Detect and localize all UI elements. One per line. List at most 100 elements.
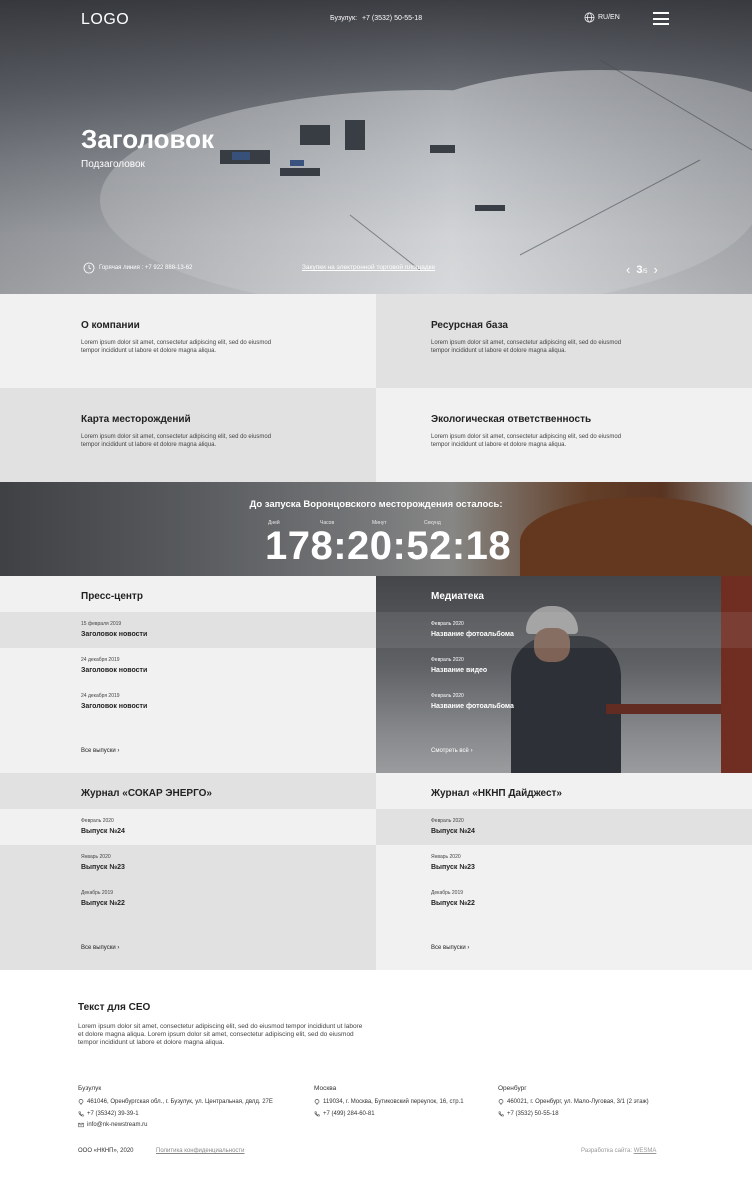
header-phone-label: Бузулук: — [330, 15, 358, 22]
office-email[interactable]: info@nk-newstream.ru — [87, 1122, 147, 1128]
developer-credit: Разработка сайта: WESMA — [581, 1148, 656, 1154]
countdown-title: До запуска Воронцовского месторождения о… — [249, 499, 503, 510]
map-pin-icon — [78, 1099, 84, 1105]
journal-digest: Журнал «НКНП Дайджест» Февраль 2020 Выпу… — [376, 773, 752, 970]
tile-title: Экологическая ответственность — [431, 414, 592, 425]
media-all-link[interactable]: Смотреть всё › — [431, 748, 473, 754]
media-item-title: Название видео — [431, 667, 488, 674]
news-date: 24 декабря 2019 — [81, 693, 120, 699]
office-buzuluk: Бузулук 461046, Оренбургская обл., г. Бу… — [78, 1085, 273, 1134]
media-item[interactable]: Февраль 2020 Название фотоальбома — [376, 684, 752, 720]
hotline-text: Горячая линия : +7 922 888-13-62 — [99, 265, 193, 271]
seo-title: Текст для СЕО — [78, 1002, 151, 1013]
media-item[interactable]: Февраль 2020 Название видео — [376, 648, 752, 684]
issue-title: Выпуск №22 — [81, 900, 125, 907]
press-all-label: Все выпуски — [81, 748, 116, 754]
office-phone[interactable]: +7 (3532) 50-55-18 — [507, 1111, 559, 1117]
media-date: Февраль 2020 — [431, 621, 464, 627]
phone-icon — [314, 1111, 320, 1116]
issue-date: Январь 2020 — [431, 854, 461, 860]
press-all-link[interactable]: Все выпуски › — [81, 748, 119, 754]
developer-link[interactable]: WESMA — [634, 1148, 657, 1154]
media-title[interactable]: Медиатека — [431, 591, 484, 602]
tile-text: Lorem ipsum dolor sit amet, consectetur … — [431, 434, 622, 448]
menu-icon[interactable] — [653, 12, 669, 25]
press-title[interactable]: Пресс-центр — [81, 591, 143, 602]
header-phone[interactable]: Бузулук: +7 (3532) 50-55-18 — [330, 15, 422, 22]
issue-date: Январь 2020 — [81, 854, 111, 860]
language-label[interactable]: RU/EN — [598, 14, 620, 21]
issue-date: Декабрь 2019 — [431, 890, 464, 896]
office-city: Оренбург — [498, 1085, 527, 1092]
mail-icon — [78, 1122, 84, 1128]
tile-resources[interactable]: Ресурсная база Lorem ipsum dolor sit ame… — [376, 294, 752, 388]
header-phone-number[interactable]: +7 (3532) 50-55-18 — [362, 15, 422, 22]
issue-date: Февраль 2020 — [431, 818, 464, 824]
hotline[interactable]: Горячая линия : +7 922 888-13-62 — [83, 262, 192, 274]
tile-title: Карта месторождений — [81, 414, 191, 425]
privacy-policy-link[interactable]: Политика конфиденциальности — [156, 1148, 245, 1154]
news-title: Заголовок новости — [81, 703, 148, 710]
issue-item[interactable]: Февраль 2020 Выпуск №24 — [0, 809, 376, 845]
issue-item[interactable]: Январь 2020 Выпуск №23 — [376, 845, 752, 881]
media-all-label: Смотреть всё — [431, 748, 469, 754]
slide-counter: 3/5 — [636, 264, 647, 276]
language-switcher[interactable]: RU/EN — [584, 12, 620, 23]
map-pin-icon — [314, 1099, 320, 1105]
office-address: 460021, г. Оренбург, ул. Мало-Луговая, 3… — [507, 1099, 649, 1105]
journal-socar: Журнал «СОКАР ЭНЕРГО» Февраль 2020 Выпус… — [0, 773, 376, 970]
office-city: Бузулук — [78, 1085, 102, 1092]
slide-total: /5 — [642, 268, 648, 275]
news-item[interactable]: 24 декабря 2019 Заголовок новости — [0, 684, 376, 720]
hero-subtitle: Подзаголовок — [81, 159, 145, 170]
media-item-title: Название фотоальбома — [431, 703, 514, 710]
tile-ecology[interactable]: Экологическая ответственность Lorem ipsu… — [376, 388, 752, 482]
issue-item[interactable]: Декабрь 2019 Выпуск №22 — [376, 881, 752, 917]
chevron-right-icon: › — [467, 945, 470, 951]
news-date: 24 декабря 2019 — [81, 657, 120, 663]
hero-slider-controls: ‹ 3/5 › — [626, 262, 658, 277]
phone-icon — [78, 1111, 84, 1116]
tile-text: Lorem ipsum dolor sit amet, consectetur … — [431, 340, 622, 354]
tender-link[interactable]: Закупки на электронной торговой площадке — [302, 264, 435, 271]
journal-title[interactable]: Журнал «НКНП Дайджест» — [431, 788, 562, 799]
press-center: Пресс-центр 15 февраля 2019 Заголовок но… — [0, 576, 376, 773]
issue-item[interactable]: Декабрь 2019 Выпуск №22 — [0, 881, 376, 917]
seo-text: Lorem ipsum dolor sit amet, consectetur … — [78, 1023, 363, 1046]
issue-title: Выпуск №23 — [431, 864, 475, 871]
tile-title: Ресурсная база — [431, 320, 508, 331]
chevron-right-icon[interactable]: › — [653, 262, 657, 277]
map-pin-icon — [498, 1099, 504, 1105]
tile-text: Lorem ipsum dolor sit amet, consectetur … — [81, 434, 272, 448]
issue-date: Декабрь 2019 — [81, 890, 114, 896]
chevron-left-icon[interactable]: ‹ — [626, 262, 630, 277]
media-date: Февраль 2020 — [431, 657, 464, 663]
media-item[interactable]: Февраль 2020 Название фотоальбома — [376, 612, 752, 648]
issue-title: Выпуск №24 — [431, 828, 475, 835]
tile-about[interactable]: О компании Lorem ipsum dolor sit amet, c… — [0, 294, 376, 388]
chevron-right-icon: › — [470, 748, 473, 754]
media-library: Медиатека Февраль 2020 Название фотоальб… — [376, 576, 752, 773]
globe-icon — [584, 12, 595, 23]
news-title: Заголовок новости — [81, 667, 148, 674]
developer-label: Разработка сайта: — [581, 1148, 633, 1154]
office-phone[interactable]: +7 (35342) 39-39-1 — [87, 1111, 139, 1117]
office-orenburg: Оренбург 460021, г. Оренбург, ул. Мало-Л… — [498, 1085, 649, 1122]
chevron-right-icon: › — [117, 748, 120, 754]
news-item[interactable]: 24 декабря 2019 Заголовок новости — [0, 648, 376, 684]
clock-icon — [83, 262, 95, 274]
office-phone[interactable]: +7 (499) 284-60-81 — [323, 1111, 375, 1117]
issue-title: Выпуск №24 — [81, 828, 125, 835]
office-address: 119034, г. Москва, Бутиковский переулок,… — [323, 1099, 464, 1105]
site-logo[interactable]: LOGO — [81, 11, 129, 29]
issue-item[interactable]: Январь 2020 Выпуск №23 — [0, 845, 376, 881]
issue-item[interactable]: Февраль 2020 Выпуск №24 — [376, 809, 752, 845]
journal-all-link[interactable]: Все выпуски › — [81, 945, 119, 951]
tile-fields-map[interactable]: Карта месторождений Lorem ipsum dolor si… — [0, 388, 376, 482]
news-item[interactable]: 15 февраля 2019 Заголовок новости — [0, 612, 376, 648]
office-moscow: Москва 119034, г. Москва, Бутиковский пе… — [314, 1085, 464, 1122]
journal-all-link[interactable]: Все выпуски › — [431, 945, 469, 951]
tile-title: О компании — [81, 320, 140, 331]
news-title: Заголовок новости — [81, 631, 148, 638]
journal-title[interactable]: Журнал «СОКАР ЭНЕРГО» — [81, 788, 212, 799]
